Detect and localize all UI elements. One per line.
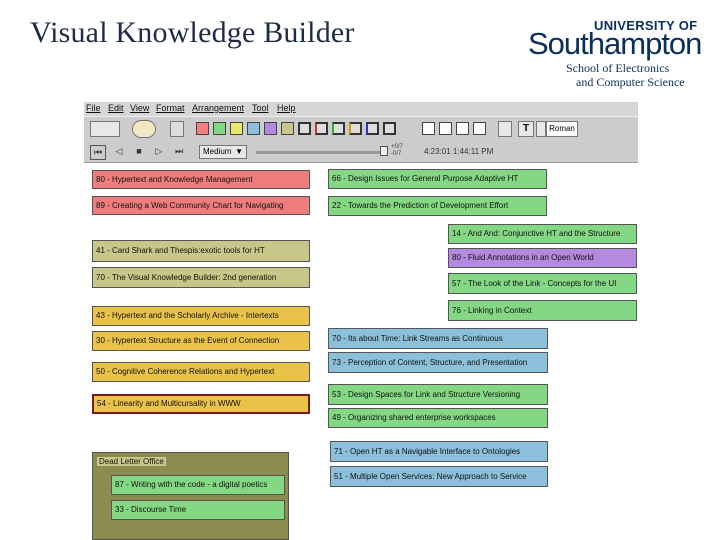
node-card[interactable]: 14 - And And: Conjunctive HT and the Str… — [448, 224, 637, 244]
rectangle-tool-button[interactable] — [90, 121, 120, 137]
node-card[interactable]: 22 - Towards the Prediction of Developme… — [328, 196, 547, 216]
play-icon[interactable]: ▷ — [152, 145, 166, 158]
swatch-red[interactable] — [196, 122, 209, 135]
menu-view[interactable]: View — [130, 103, 149, 113]
swatch-green[interactable] — [213, 122, 226, 135]
time-display: 4:23:01 1:44:11 PM — [424, 147, 494, 156]
fast-forward-icon[interactable]: ⏭ — [172, 145, 186, 158]
swatch-border-3[interactable] — [332, 122, 345, 135]
zoom-select[interactable]: Medium ▼ — [199, 145, 247, 159]
chevron-down-icon: ▼ — [235, 147, 243, 156]
node-card[interactable]: 57 - The Look of the Link - Concepts for… — [448, 273, 637, 294]
dead-letter-collection[interactable]: Dead Letter Office — [92, 452, 289, 540]
toolbar-format: T Roman — [84, 116, 638, 144]
menu-file[interactable]: File — [86, 103, 101, 113]
menu-tool[interactable]: Tool — [252, 103, 269, 113]
node-card[interactable]: 73 - Perception of Content, Structure, a… — [328, 352, 548, 373]
node-card[interactable]: 33 - Discourse Time — [111, 500, 285, 520]
node-card[interactable]: 50 - Cognitive Coherence Relations and H… — [92, 362, 310, 382]
node-card[interactable]: 80 - Fluid Annotations in an Open World — [448, 248, 637, 268]
menu-help[interactable]: Help — [277, 103, 296, 113]
node-card[interactable]: 30 - Hypertext Structure as the Event of… — [92, 331, 310, 351]
menu-bar: File Edit View Format Arrangement Tool H… — [84, 102, 638, 116]
menu-arrangement[interactable]: Arrangement — [192, 103, 244, 113]
logo-school-line1: School of Electronics — [566, 61, 670, 75]
node-card[interactable]: 70 - Its about Time: Link Streams as Con… — [328, 328, 548, 349]
text-tool-icon[interactable]: T — [518, 121, 534, 137]
note-tool-button[interactable] — [170, 121, 184, 137]
zoom-value: Medium — [203, 147, 232, 156]
swatch-tan[interactable] — [281, 122, 294, 135]
border-style-2[interactable] — [439, 122, 452, 135]
logo-southampton: Southampton — [528, 26, 702, 61]
step-back-icon[interactable]: ◁ — [112, 145, 126, 158]
swatch-blue[interactable] — [247, 122, 260, 135]
node-card[interactable]: 70 - The Visual Knowledge Builder: 2nd g… — [92, 267, 310, 288]
node-card[interactable]: 87 - Writing with the code - a digital p… — [111, 475, 285, 495]
stop-icon[interactable]: ■ — [132, 145, 146, 158]
toolbar-navigation: ⏮ ◁ ■ ▷ ⏭ Medium ▼ +0/7 -0/7 4:23:01 1:4… — [84, 142, 638, 163]
pin-tool-button[interactable] — [498, 121, 512, 137]
university-logo: UNIVERSITY OF Southampton School of Elec… — [528, 18, 708, 90]
swatch-yellow[interactable] — [230, 122, 243, 135]
border-style-1[interactable] — [422, 122, 435, 135]
font-selector[interactable]: Roman — [546, 121, 578, 137]
text-size-button[interactable] — [536, 121, 546, 137]
node-card[interactable]: 51 - Multiple Open Services: New Approac… — [330, 466, 548, 487]
node-card[interactable]: 80 - Hypertext and Knowledge Management — [92, 170, 310, 189]
node-card[interactable]: 43 - Hypertext and the Scholarly Archive… — [92, 306, 310, 326]
node-card[interactable]: 71 - Open HT as a Navigable Interface to… — [330, 441, 548, 462]
time-scale: +0/7 -0/7 — [391, 144, 403, 158]
node-card[interactable]: 66 - Design Issues for General Purpose A… — [328, 169, 547, 189]
swatch-border-2[interactable] — [315, 122, 328, 135]
collection-label: Dead Letter Office — [97, 457, 166, 466]
scale-top: +0/7 — [391, 144, 403, 150]
menu-format[interactable]: Format — [156, 103, 185, 113]
menu-edit[interactable]: Edit — [108, 103, 124, 113]
node-card-selected[interactable]: 54 - Linearity and Multicursality in WWW — [92, 394, 310, 414]
swatch-border-5[interactable] — [366, 122, 379, 135]
logo-school-line2: and Computer Science — [576, 75, 685, 89]
node-card[interactable]: 76 - Linking in Context — [448, 300, 637, 321]
swatch-border-4[interactable] — [349, 122, 362, 135]
scale-bottom: -0/7 — [391, 151, 402, 157]
node-card[interactable]: 89 - Creating a Web Community Chart for … — [92, 196, 310, 215]
cloud-tool-button[interactable] — [132, 120, 156, 138]
rewind-icon[interactable]: ⏮ — [90, 145, 106, 160]
swatch-border-6[interactable] — [383, 122, 396, 135]
swatch-purple[interactable] — [264, 122, 277, 135]
time-slider-handle[interactable] — [380, 146, 388, 156]
node-card[interactable]: 53 - Design Spaces for Link and Structur… — [328, 384, 548, 405]
swatch-border-1[interactable] — [298, 122, 311, 135]
node-card[interactable]: 41 - Card Shark and Thespis:exotic tools… — [92, 240, 310, 262]
node-card[interactable]: 49 - Organizing shared enterprise worksp… — [328, 408, 548, 428]
slide-title: Visual Knowledge Builder — [30, 16, 355, 49]
border-style-4[interactable] — [473, 122, 486, 135]
time-slider-track[interactable] — [256, 151, 386, 154]
border-style-3[interactable] — [456, 122, 469, 135]
